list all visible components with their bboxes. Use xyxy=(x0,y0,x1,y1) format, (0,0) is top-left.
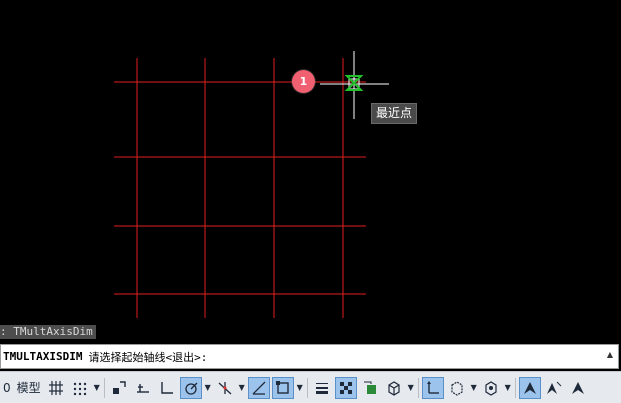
chevron-down-icon[interactable]: ▼ xyxy=(503,377,513,399)
annotation-visibility-icon[interactable] xyxy=(518,376,541,399)
command-prompt: 请选择起始轴线<退出>: xyxy=(88,350,208,364)
chevron-down-icon[interactable]: ▼ xyxy=(295,377,305,399)
lineweight-icon[interactable] xyxy=(311,377,333,399)
chevron-down-icon[interactable]: ▼ xyxy=(406,377,416,399)
coordinate-readout: 0 xyxy=(3,380,11,395)
ortho-icon[interactable] xyxy=(156,377,178,399)
snap-dots-icon[interactable] xyxy=(69,377,91,399)
divider xyxy=(306,377,308,398)
selection-cycling-icon[interactable] xyxy=(359,377,381,399)
selection-filter-icon[interactable] xyxy=(446,377,468,399)
3d-object-snap-icon[interactable] xyxy=(383,377,405,399)
infer-constraints-icon[interactable] xyxy=(108,377,130,399)
polar-tracking-icon[interactable] xyxy=(179,376,202,399)
step-badge: 1 xyxy=(292,70,315,93)
command-name: TMULTAXISDIM xyxy=(3,350,83,363)
transparency-icon[interactable] xyxy=(334,376,357,399)
divider xyxy=(417,377,419,398)
chevron-down-icon[interactable]: ▼ xyxy=(469,377,479,399)
dynamic-input-icon[interactable] xyxy=(132,377,154,399)
drawing-svg xyxy=(114,51,389,318)
dynamic-ucs-icon[interactable] xyxy=(421,376,444,399)
divider xyxy=(514,377,516,398)
command-history-up-icon[interactable]: ▲ xyxy=(607,350,613,359)
model-tab[interactable]: 模型 xyxy=(14,377,44,399)
isodraft-icon[interactable] xyxy=(214,377,236,399)
object-snap-tracking-icon[interactable] xyxy=(247,376,270,399)
gizmo-icon[interactable] xyxy=(480,377,502,399)
snap-tooltip: 最近点 xyxy=(371,103,418,124)
grid-icon[interactable] xyxy=(45,377,67,399)
chevron-down-icon[interactable]: ▼ xyxy=(237,377,247,399)
command-history: : TMultAxisDim xyxy=(0,325,96,339)
chevron-down-icon[interactable]: ▼ xyxy=(92,377,102,399)
annotation-scale-icon[interactable] xyxy=(567,377,589,399)
axis-grid xyxy=(114,58,366,318)
auto-scale-icon[interactable] xyxy=(543,377,565,399)
divider xyxy=(103,377,105,398)
drawing-area[interactable] xyxy=(0,0,621,340)
status-bar: 0 模型 ▼ ▼ ▼ ▼ ▼ ▼ ▼ xyxy=(0,371,621,403)
chevron-down-icon[interactable]: ▼ xyxy=(203,377,213,399)
command-line[interactable]: TMULTAXISDIM 请选择起始轴线<退出>: ▲ xyxy=(0,344,619,369)
object-snap-icon[interactable] xyxy=(271,376,294,399)
